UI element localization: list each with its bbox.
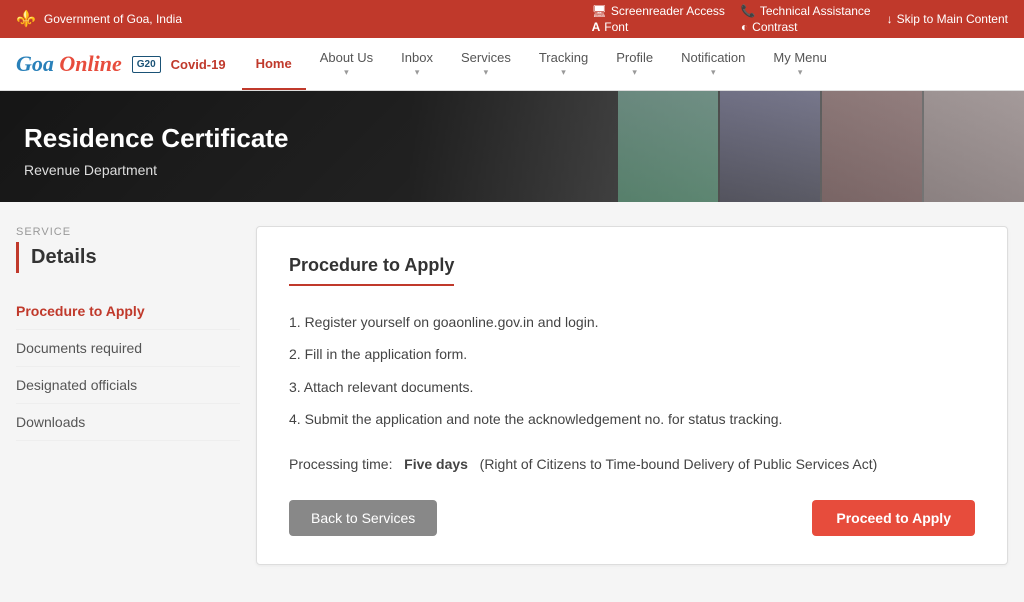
- nav-item-profile[interactable]: Profile ▾: [602, 38, 667, 90]
- goa-text: Goa: [16, 51, 59, 76]
- procedure-list: 1. Register yourself on goaonline.gov.in…: [289, 306, 975, 436]
- chevron-down-icon: ▾: [344, 67, 349, 78]
- screenreader-group: Screenreader Access Font: [592, 4, 725, 34]
- hero-image-3: [822, 91, 922, 202]
- hero-images: [618, 91, 1024, 202]
- proceed-to-apply-button[interactable]: Proceed to Apply: [812, 500, 975, 536]
- sidebar-menu: Procedure to Apply Documents required De…: [16, 293, 240, 441]
- chevron-down-icon: ▾: [798, 67, 803, 78]
- phone-icon: [741, 4, 756, 18]
- nav-home-label: Home: [256, 56, 292, 71]
- hero-image-4: [924, 91, 1024, 202]
- sidebar: SERVICE Details Procedure to Apply Docum…: [16, 226, 256, 565]
- contrast-link[interactable]: Contrast: [741, 20, 798, 34]
- screenreader-access-link[interactable]: Screenreader Access: [592, 4, 725, 18]
- chevron-down-icon: ▾: [711, 67, 716, 78]
- back-to-services-button[interactable]: Back to Services: [289, 500, 437, 536]
- nav-notification-label: Notification: [681, 50, 745, 65]
- sidebar-service-title: Details: [16, 242, 240, 273]
- nav-links: Home About Us ▾ Inbox ▾ Services ▾ Track…: [242, 38, 1008, 90]
- processing-highlight: Five days: [404, 456, 468, 472]
- contrast-icon: [741, 20, 748, 34]
- covid-badge[interactable]: Covid-19: [171, 57, 226, 72]
- assistance-group: Technical Assistance Contrast: [741, 4, 871, 34]
- nav-services-label: Services: [461, 50, 511, 65]
- chevron-down-icon: ▾: [415, 67, 420, 78]
- chevron-down-icon: ▾: [632, 67, 637, 78]
- technical-label: Technical Assistance: [760, 4, 871, 18]
- nav-item-mymenu[interactable]: My Menu ▾: [759, 38, 840, 90]
- nav-item-inbox[interactable]: Inbox ▾: [387, 38, 447, 90]
- processing-time: Processing time: Five days (Right of Cit…: [289, 456, 975, 472]
- font-icon: [592, 20, 601, 34]
- nav-about-label: About Us: [320, 50, 373, 65]
- nav-inbox-label: Inbox: [401, 50, 433, 65]
- chevron-down-icon: ▾: [484, 67, 489, 78]
- hero-image-2: [720, 91, 820, 202]
- screenreader-label: Screenreader Access: [611, 4, 725, 18]
- nav-item-tracking[interactable]: Tracking ▾: [525, 38, 602, 90]
- nav-mymenu-label: My Menu: [773, 50, 826, 65]
- step-4: 4. Submit the application and note the a…: [289, 403, 975, 435]
- gov-emblem-icon: ⚜️: [16, 9, 36, 29]
- gov-branding: ⚜️ Government of Goa, India: [16, 9, 182, 29]
- step-1: 1. Register yourself on goaonline.gov.in…: [289, 306, 975, 338]
- goa-online-logo: Goa Online: [16, 51, 122, 77]
- step-2: 2. Fill in the application form.: [289, 338, 975, 370]
- sidebar-item-documents[interactable]: Documents required: [16, 330, 240, 367]
- button-row: Back to Services Proceed to Apply: [289, 500, 975, 536]
- main-content: SERVICE Details Procedure to Apply Docum…: [0, 202, 1024, 589]
- sidebar-service-label: SERVICE: [16, 226, 240, 238]
- skip-to-main-link[interactable]: Skip to Main Content: [887, 12, 1008, 26]
- nav-profile-label: Profile: [616, 50, 653, 65]
- nav-item-about[interactable]: About Us ▾: [306, 38, 387, 90]
- online-text: Online: [59, 51, 121, 76]
- step-3: 3. Attach relevant documents.: [289, 371, 975, 403]
- hero-image-1: [618, 91, 718, 202]
- gov-name: Government of Goa, India: [44, 12, 182, 26]
- nav-tracking-label: Tracking: [539, 50, 588, 65]
- skip-icon: [887, 12, 893, 26]
- nav-bar: Goa Online G20 Covid-19 Home About Us ▾ …: [0, 38, 1024, 91]
- font-label: Font: [604, 20, 628, 34]
- sidebar-item-procedure[interactable]: Procedure to Apply: [16, 293, 240, 330]
- nav-item-notification[interactable]: Notification ▾: [667, 38, 759, 90]
- site-logo[interactable]: Goa Online G20 Covid-19: [16, 43, 242, 85]
- g20-badge: G20: [132, 56, 161, 73]
- skip-label: Skip to Main Content: [897, 12, 1008, 26]
- font-link[interactable]: Font: [592, 20, 629, 34]
- chevron-down-icon: ▾: [561, 67, 566, 78]
- sidebar-item-designated[interactable]: Designated officials: [16, 367, 240, 404]
- technical-assistance-link[interactable]: Technical Assistance: [741, 4, 871, 18]
- processing-label: Processing time:: [289, 456, 392, 472]
- nav-item-services[interactable]: Services ▾: [447, 38, 525, 90]
- top-government-bar: ⚜️ Government of Goa, India Screenreader…: [0, 0, 1024, 38]
- hero-banner: Residence Certificate Revenue Department: [0, 91, 1024, 202]
- sidebar-item-downloads[interactable]: Downloads: [16, 404, 240, 441]
- content-panel: Procedure to Apply 1. Register yourself …: [256, 226, 1008, 565]
- top-bar-utilities: Screenreader Access Font Technical Assis…: [592, 4, 1008, 34]
- section-title: Procedure to Apply: [289, 255, 454, 286]
- contrast-label: Contrast: [752, 20, 797, 34]
- processing-note: (Right of Citizens to Time-bound Deliver…: [480, 456, 878, 472]
- monitor-icon: [592, 4, 607, 18]
- nav-item-home[interactable]: Home: [242, 38, 306, 90]
